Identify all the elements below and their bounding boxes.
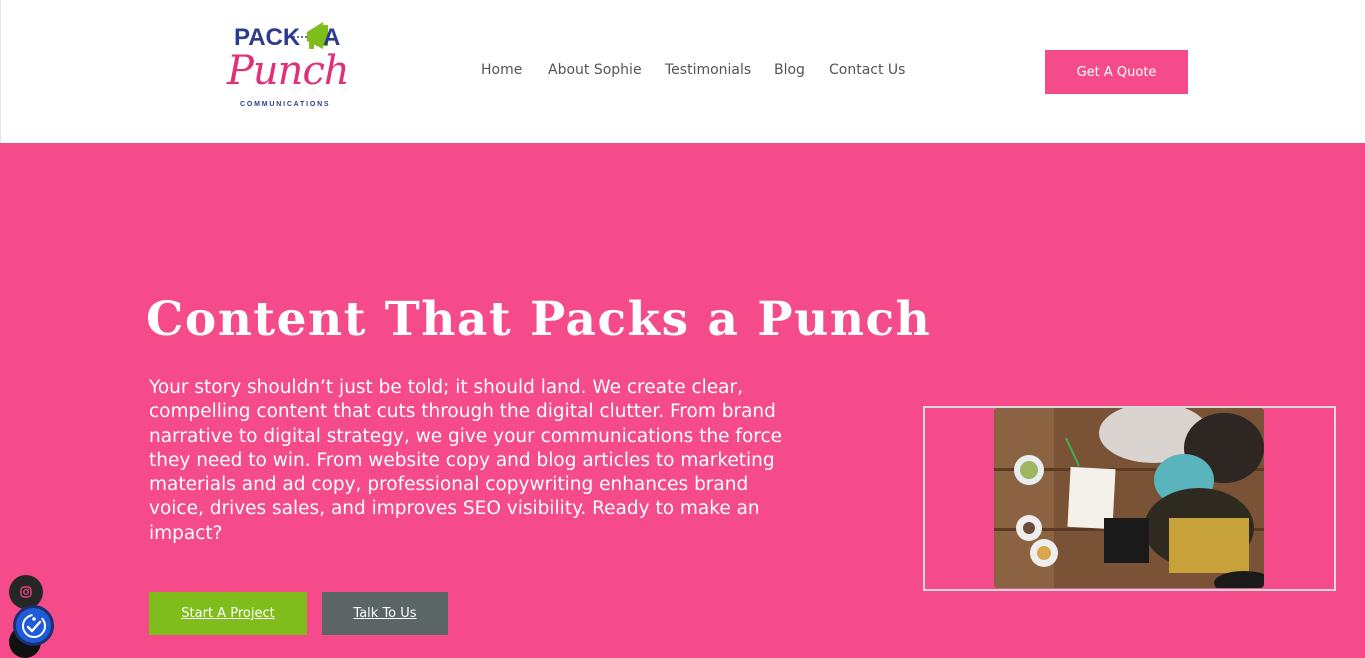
hero-photo [994,408,1264,588]
hero-description: Your story shouldn’t just be told; it sh… [149,377,783,544]
nav-item-blog[interactable]: Blog [774,62,805,78]
nav-item-about-sophie[interactable]: About Sophie [548,62,642,78]
team-working-image [994,408,1264,588]
instagram-icon [20,586,32,598]
instagram-button[interactable] [9,575,43,609]
accessibility-check-icon [21,613,46,638]
hero-title: Content That Packs a Punch [146,292,932,347]
accessibility-button[interactable] [13,605,54,646]
nav-item-home[interactable]: Home [481,62,522,78]
nav-item-contact-us[interactable]: Contact Us [829,62,905,78]
site-header: PACK A Punch COMMUNICATIONS Home About S… [0,0,1365,143]
logo-text-punch: Punch [227,48,350,94]
talk-to-us-button[interactable]: Talk To Us [322,592,448,635]
nav-item-testimonials[interactable]: Testimonials [665,62,751,78]
get-a-quote-button[interactable]: Get A Quote [1045,50,1188,94]
site-logo[interactable]: PACK A Punch COMMUNICATIONS [227,18,350,112]
start-a-project-button[interactable]: Start A Project [149,592,307,635]
logo-text-communications: COMMUNICATIONS [240,101,331,108]
